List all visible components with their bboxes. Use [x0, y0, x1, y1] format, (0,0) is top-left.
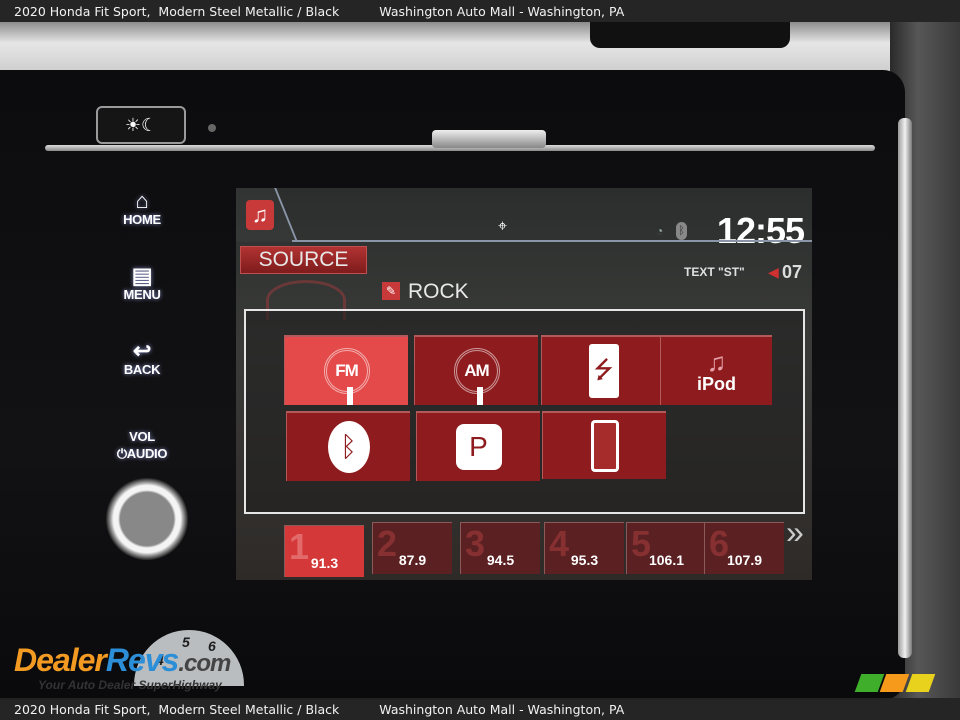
vehicle-caption: 2020 Honda Fit Sport, Modern Steel Metal…: [14, 701, 340, 717]
caption-top: 2020 Honda Fit Sport, Modern Steel Metal…: [0, 0, 960, 22]
touchscreen: ♫ ⌖ ◔ ᛒ 12:55 SOURCE ✎ ROCK TEXT "ST" ◀ …: [236, 188, 812, 580]
logo-com: .com: [178, 650, 231, 677]
caption-bottom: 2020 Honda Fit Sport, Modern Steel Metal…: [0, 698, 960, 720]
bluetooth-status-icon: ᛒ: [676, 222, 687, 240]
indicator-led: [208, 124, 216, 132]
stripes-logo: [854, 674, 936, 692]
status-divider: [292, 240, 812, 242]
preset-frequency: 95.3: [570, 552, 599, 568]
bluetooth-icon: ᛒ: [327, 421, 370, 473]
clock: 12:55: [716, 210, 805, 251]
audio-power-label: ⏻AUDIO: [116, 446, 168, 461]
preset-frequency: 87.9: [398, 552, 427, 568]
menu-button[interactable]: ▤ MENU: [108, 263, 176, 303]
rds-text: TEXT "ST": [684, 265, 745, 279]
vol-audio-button[interactable]: VOL ⏻AUDIO: [108, 428, 176, 462]
usb-icon: ⭍: [588, 344, 619, 398]
sun-moon-icon: ☀☾: [124, 114, 158, 135]
preset-button[interactable]: 2 87.9: [372, 522, 452, 574]
source-bluetooth[interactable]: ᛒ: [286, 411, 410, 481]
am-label: AM: [464, 361, 489, 380]
preset-frequency: 107.9: [726, 552, 763, 568]
ipod-icon: ♫ iPod: [697, 349, 736, 394]
day-night-button[interactable]: ☀☾: [96, 106, 186, 144]
back-arrow-icon: ↩: [132, 338, 152, 363]
ipod-label: iPod: [697, 373, 736, 394]
source-am[interactable]: AM: [414, 335, 538, 405]
back-button[interactable]: ↩ BACK: [108, 338, 176, 378]
menu-label: MENU: [123, 287, 161, 302]
dealer-caption: Washington Auto Mall - Washington, PA: [379, 701, 625, 717]
speaker-icon: ◀: [768, 264, 779, 280]
music-note-icon: ♫: [706, 346, 727, 377]
presets-next-icon[interactable]: »: [786, 514, 804, 551]
menu-icon: ▤: [131, 263, 153, 288]
fm-label: FM: [335, 361, 359, 380]
stripe-yellow: [905, 674, 936, 692]
disc-slot: [432, 130, 546, 148]
source-ipod[interactable]: ♫ iPod: [660, 335, 772, 405]
guitar-icon: ✎: [382, 282, 400, 300]
signal-icon: ◔: [656, 224, 664, 238]
preset-frequency: 91.3: [310, 555, 339, 571]
source-button[interactable]: SOURCE: [240, 246, 367, 274]
status-bar: ♫ ⌖ ◔ ᛒ 12:55: [236, 188, 812, 251]
preset-button[interactable]: 6 107.9: [704, 522, 784, 574]
logo-wordmark: DealerRevs.com: [14, 642, 231, 679]
preset-button[interactable]: 3 94.5: [460, 522, 540, 574]
genre-label: ROCK: [408, 280, 469, 303]
pandora-icon: P: [455, 424, 502, 470]
fm-antenna-icon: FM: [323, 348, 370, 405]
home-button[interactable]: ⌂ HOME: [108, 188, 176, 228]
source-selection-panel: FM AM ⭍ ♫ iPod ᛒ P: [244, 309, 805, 514]
logo-tagline: Your Auto Dealer SuperHighway: [38, 678, 222, 692]
bezel-chrome-side: [898, 118, 912, 658]
preset-button[interactable]: 1 91.3: [284, 525, 364, 577]
dealer-caption: Washington Auto Mall - Washington, PA: [379, 3, 625, 19]
navigation-icon: ⌖: [498, 218, 508, 235]
source-usb[interactable]: ⭍: [541, 335, 665, 405]
logo-dealer: Dealer: [14, 642, 107, 678]
source-fm[interactable]: FM: [284, 335, 408, 405]
logo-revs: Revs: [105, 642, 179, 678]
preset-button[interactable]: 5 106.1: [626, 522, 706, 574]
vehicle-caption: 2020 Honda Fit Sport, Modern Steel Metal…: [14, 3, 340, 19]
source-pandora[interactable]: P: [416, 411, 540, 481]
preset-frequency: 106.1: [648, 552, 685, 568]
preset-bar: 1 91.3 2 87.9 3 94.5 4 95.3 5 106.1 6 10…: [284, 522, 812, 577]
preset-button[interactable]: 4 95.3: [544, 522, 624, 574]
volume-level: 07: [782, 262, 803, 282]
am-antenna-icon: AM: [453, 348, 500, 405]
air-vent: [590, 22, 790, 48]
music-app-icon[interactable]: ♫: [246, 200, 274, 230]
smartphone-icon: [590, 420, 619, 472]
vol-label: VOL: [129, 429, 155, 444]
preset-frequency: 94.5: [486, 552, 515, 568]
volume-knob[interactable]: [106, 478, 188, 560]
back-label: BACK: [123, 362, 161, 377]
source-phone-apps[interactable]: [542, 411, 666, 479]
dealerrevs-logo: 4 5 6 DealerRevs.com Your Auto Dealer Su…: [14, 630, 264, 694]
house-icon: ⌂: [135, 188, 149, 213]
home-label: HOME: [123, 212, 161, 227]
